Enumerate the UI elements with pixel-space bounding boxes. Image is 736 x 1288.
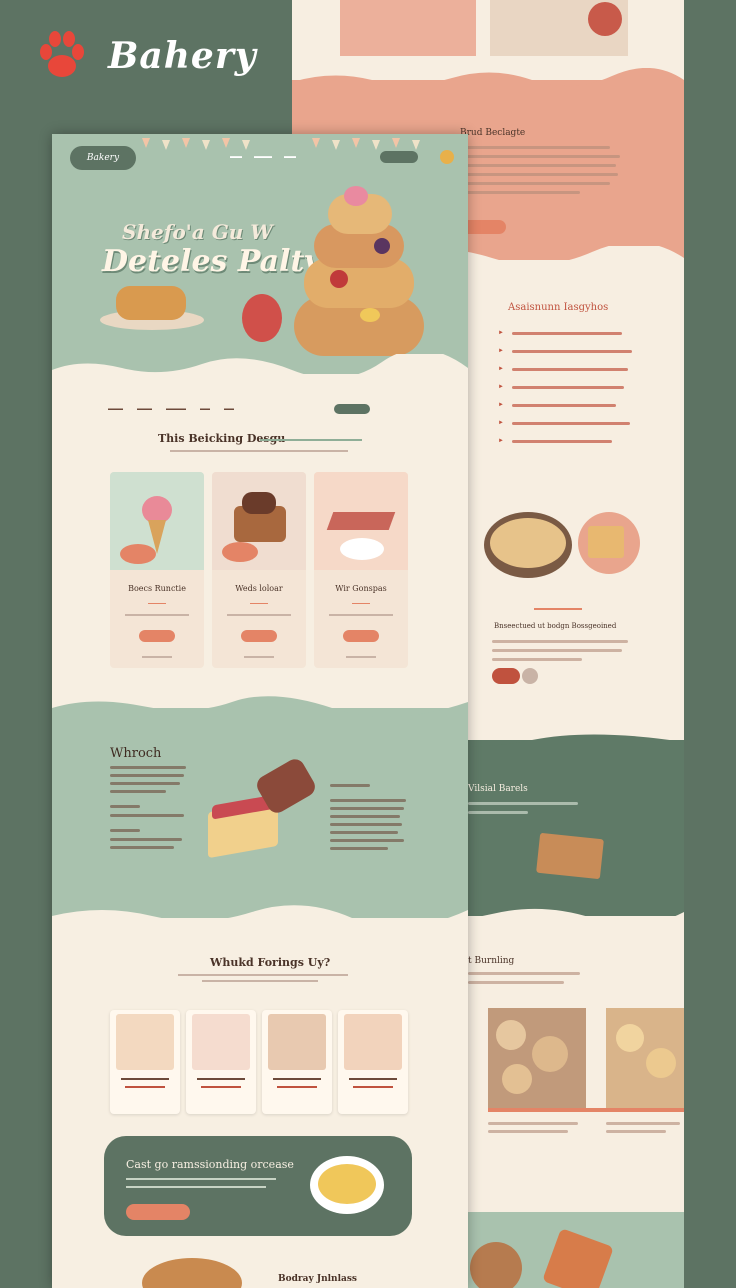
ice-cream-image <box>110 472 204 570</box>
product-card-3[interactable]: Wir Gonspas <box>314 472 408 668</box>
subnav-link-1[interactable]: ▬▬▬ <box>108 406 123 412</box>
food-bowl-image <box>484 512 572 578</box>
back-products-caption <box>488 1122 578 1133</box>
about-section: Whroch <box>52 696 468 918</box>
back-list: ► ► ► ► ► ► ► <box>498 330 632 444</box>
back-products-title: t Burnling <box>468 956 515 966</box>
nav-link-3[interactable]: ▬▬ <box>284 154 296 160</box>
product-card-2[interactable]: Weds loloar <box>212 472 306 668</box>
sub-nav: ▬▬▬ ▬▬▬ ▬▬▬▬ ▬▬ ▬▬ <box>108 406 248 412</box>
cart-icon[interactable] <box>440 150 454 164</box>
mini-card-1[interactable] <box>110 1010 180 1114</box>
about-side-text <box>330 784 406 850</box>
back-products-text <box>468 972 580 984</box>
main-nav: ▬▬ ▬▬▬ ▬▬ <box>230 154 296 160</box>
mini-card-1-image <box>116 1014 174 1070</box>
nav-link-2[interactable]: ▬▬▬ <box>254 154 272 160</box>
footer-title: Bodray Jnlnlass <box>278 1274 357 1284</box>
back-sage-text <box>468 802 578 814</box>
back-top-image-2 <box>490 0 628 56</box>
card-button-2[interactable] <box>241 630 277 642</box>
back-list-title: Asaisnunn Iasgyhos <box>508 302 609 313</box>
soup-bowl-image <box>310 1156 384 1214</box>
croissants <box>116 286 186 320</box>
jam-jar-image <box>242 294 282 342</box>
hero-subtitle: Shefo'a Gu W <box>122 220 273 244</box>
pie-slice-image <box>202 755 324 882</box>
subnav-button[interactable] <box>334 404 370 414</box>
subnav-link-3[interactable]: ▬▬▬▬ <box>166 406 186 412</box>
puffs-image <box>606 1008 684 1108</box>
pastry-basket-image <box>212 472 306 570</box>
section2-title: Whukd Forings Uy? <box>210 956 331 969</box>
back-feature-button[interactable] <box>492 668 520 684</box>
cake-plate-image <box>578 512 640 574</box>
subnav-link-4[interactable]: ▬▬ <box>200 406 210 412</box>
about-title: Whroch <box>110 746 162 761</box>
site-logo-text: Bakery <box>86 153 120 163</box>
section1-desc <box>170 450 348 452</box>
card-title-3: Wir Gonspas <box>335 584 387 593</box>
bread-image <box>142 1258 242 1288</box>
cta-desc-1 <box>126 1178 276 1180</box>
front-page: Bakery ▬▬ ▬▬▬ ▬▬ Shefo'a Gu W Deteles Pa… <box>52 134 468 1288</box>
nav-cta-button[interactable] <box>380 151 418 163</box>
back-products-bar <box>488 1108 684 1112</box>
product-card-1[interactable]: Boecs Runctie <box>110 472 204 668</box>
paw-icon <box>40 31 84 77</box>
pastry-box-image <box>536 832 604 880</box>
section2-desc-1 <box>178 974 348 976</box>
card-button-3[interactable] <box>343 630 379 642</box>
mini-card-4-image <box>344 1014 402 1070</box>
back-feature-title: Bnseectued ut bodgn Bossgeoined <box>494 622 617 630</box>
newsletter-cta: Cast go ramssionding orcease <box>104 1136 412 1236</box>
back-sage-title: Vilsial Barels <box>468 784 528 794</box>
subnav-link-2[interactable]: ▬▬▬ <box>137 406 152 412</box>
back-section-title: Brud Beclagte <box>460 128 526 138</box>
back-top-image <box>340 0 476 56</box>
hero-section: Bakery ▬▬ ▬▬▬ ▬▬ Shefo'a Gu W Deteles Pa… <box>52 134 468 374</box>
mini-card-4[interactable] <box>338 1010 408 1114</box>
section1-underline <box>260 439 362 441</box>
section2-desc-2 <box>202 980 318 982</box>
brand-name: Bahery <box>108 35 257 77</box>
mini-card-3[interactable] <box>262 1010 332 1114</box>
back-divider <box>534 608 582 610</box>
mini-card-2-image <box>192 1014 250 1070</box>
pastry-tower-image <box>284 186 434 364</box>
mini-card-3-image <box>268 1014 326 1070</box>
cta-title: Cast go ramssionding orcease <box>126 1158 294 1171</box>
card-button-1[interactable] <box>139 630 175 642</box>
cookies-image <box>488 1008 586 1108</box>
back-products-caption-2 <box>606 1122 680 1133</box>
cake-slice-image <box>314 472 408 570</box>
back-paragraph <box>460 146 620 194</box>
brand-header: Bahery <box>34 28 257 84</box>
card-title-1: Boecs Runctie <box>128 584 186 593</box>
nav-link-1[interactable]: ▬▬ <box>230 154 242 160</box>
back-feature-text <box>492 640 628 661</box>
card-title-2: Weds loloar <box>235 584 283 593</box>
about-text <box>110 766 186 849</box>
cta-button[interactable] <box>126 1204 190 1220</box>
back-feature-dot[interactable] <box>522 668 538 684</box>
mini-card-2[interactable] <box>186 1010 256 1114</box>
site-logo[interactable]: Bakery <box>70 146 136 170</box>
cta-desc-2 <box>126 1186 266 1188</box>
subnav-link-5[interactable]: ▬▬ <box>224 406 234 412</box>
